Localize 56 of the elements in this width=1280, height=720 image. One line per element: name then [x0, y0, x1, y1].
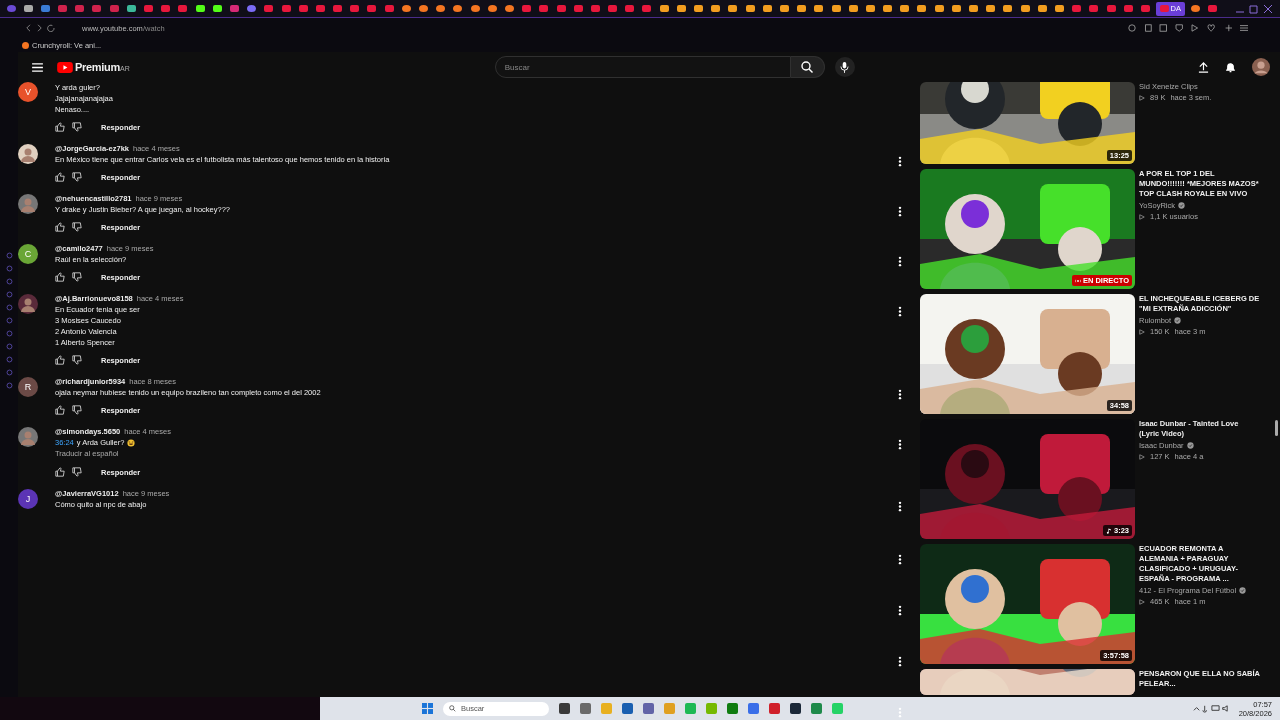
like-icon[interactable] [55, 122, 65, 132]
more-options-icon[interactable] [898, 554, 902, 565]
like-icon[interactable] [55, 467, 65, 477]
like-icon[interactable] [55, 222, 65, 232]
like-icon[interactable] [55, 272, 65, 282]
upload-icon[interactable] [1198, 61, 1209, 73]
play-icon [1139, 94, 1145, 101]
dislike-icon[interactable] [72, 355, 82, 365]
play-icon [1139, 213, 1145, 220]
more-options-icon[interactable] [898, 256, 902, 267]
play-icon [1139, 598, 1145, 605]
dislike-icon[interactable] [72, 122, 82, 132]
windows-start-icon[interactable] [422, 703, 433, 714]
more-options-icon[interactable] [898, 605, 902, 616]
more-options-icon[interactable] [898, 439, 902, 450]
like-icon[interactable] [55, 172, 65, 182]
search-icon [449, 705, 456, 712]
more-options-icon[interactable] [898, 389, 902, 400]
taskbar-app-icon[interactable] [559, 703, 570, 714]
dislike-icon[interactable] [72, 405, 82, 415]
taskbar-app-icon[interactable] [580, 703, 591, 714]
more-options-icon[interactable] [898, 306, 902, 317]
bell-icon[interactable] [1225, 61, 1236, 73]
laughing-face-icon [127, 438, 136, 447]
search-field[interactable]: Buscar [494, 56, 791, 78]
account-avatar[interactable] [1252, 58, 1270, 76]
user-avatar[interactable] [18, 194, 38, 214]
dislike-icon[interactable] [72, 172, 82, 182]
dislike-icon[interactable] [72, 467, 82, 477]
dislike-icon[interactable] [72, 222, 82, 232]
search-icon [801, 61, 814, 73]
more-options-icon[interactable] [898, 206, 902, 217]
user-avatar[interactable]: R [18, 377, 38, 397]
search-button[interactable] [790, 56, 825, 78]
user-avatar[interactable] [18, 294, 38, 314]
user-avatar[interactable]: V [18, 82, 38, 102]
taskbar-app-icon[interactable] [790, 703, 801, 714]
taskbar-app-icon[interactable] [643, 703, 654, 714]
more-options-icon[interactable] [898, 501, 902, 512]
user-avatar[interactable] [18, 144, 38, 164]
play-icon [1139, 453, 1145, 460]
dislike-icon[interactable] [72, 272, 82, 282]
menu-icon[interactable] [32, 62, 43, 72]
more-options-icon[interactable] [898, 656, 902, 667]
window-controls-icon[interactable] [1234, 3, 1274, 14]
microphone-icon [840, 61, 850, 73]
scrollbar[interactable] [1275, 420, 1278, 436]
microphone-button[interactable] [834, 57, 855, 77]
like-icon[interactable] [55, 355, 65, 365]
play-icon [1139, 328, 1145, 335]
taskbar-app-icon[interactable] [727, 703, 738, 714]
user-avatar[interactable] [18, 427, 38, 447]
taskbar-app-icon[interactable] [622, 703, 633, 714]
more-options-icon[interactable] [898, 156, 902, 167]
user-avatar[interactable]: J [18, 489, 38, 509]
like-icon[interactable] [55, 405, 65, 415]
